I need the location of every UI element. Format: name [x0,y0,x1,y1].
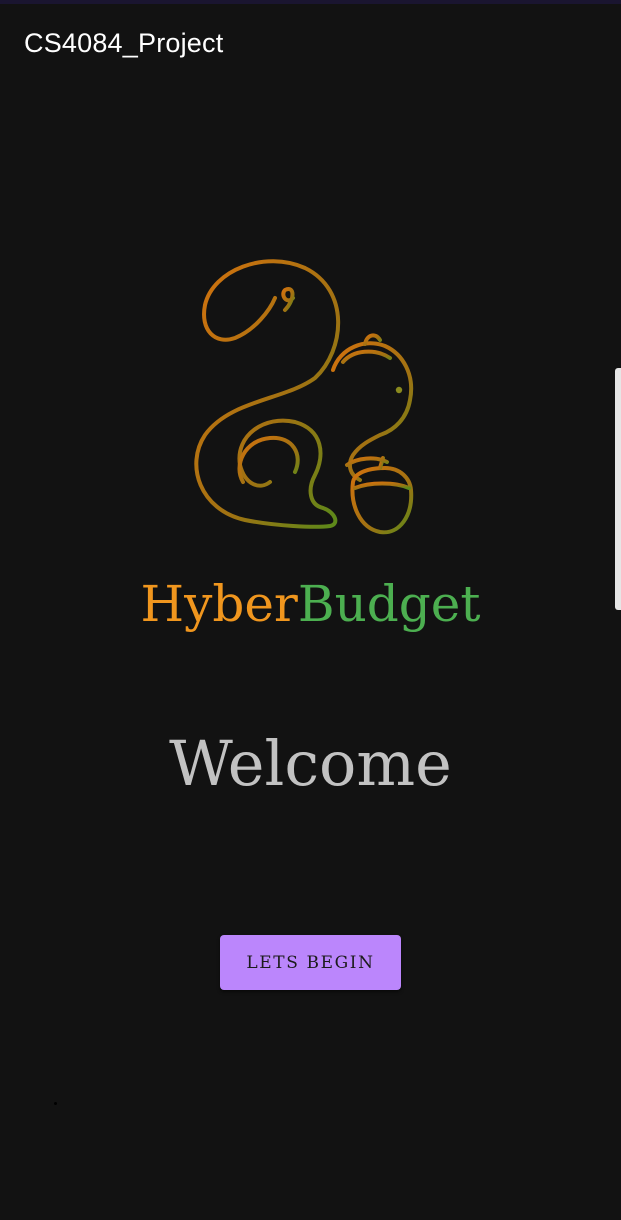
decorative-dot [54,1102,57,1105]
app-bar: CS4084_Project [0,4,621,84]
scrollbar[interactable] [615,368,621,610]
brand-name: HyberBudget [0,572,621,636]
welcome-heading: Welcome [169,727,452,800]
brand-name-budget: Budget [297,575,481,633]
lets-begin-button[interactable]: LETS BEGIN [220,935,401,990]
app-title: CS4084_Project [24,28,224,58]
brand-name-hyber: Hyber [140,575,298,633]
squirrel-icon [194,259,414,535]
